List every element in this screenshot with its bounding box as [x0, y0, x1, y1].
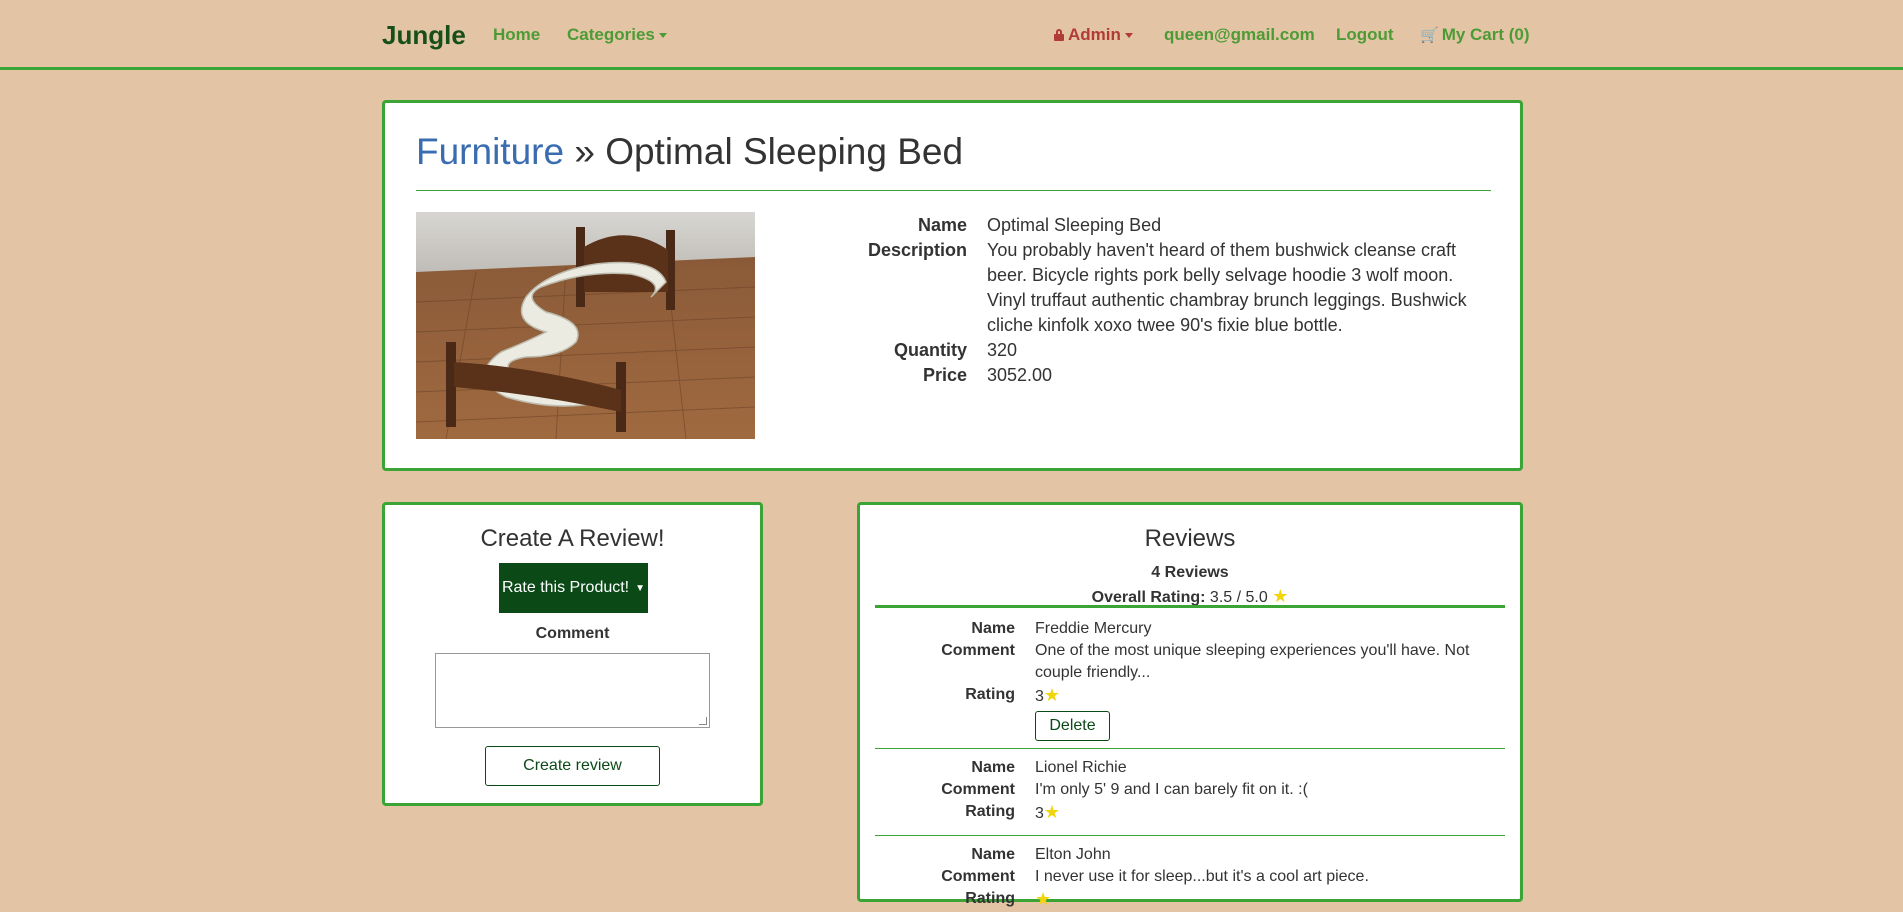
review-rating-value: 3: [1035, 688, 1044, 705]
nav-cart-link[interactable]: 🛒 My Cart (0): [1420, 25, 1530, 45]
review-label: Name: [971, 620, 1015, 637]
review-name: Lionel Richie: [1035, 759, 1127, 776]
comment-textarea[interactable]: [435, 653, 710, 728]
review-row-name: Name Elton John: [875, 844, 1505, 866]
detail-label: Quantity: [893, 340, 967, 360]
star-icon: ★: [1035, 889, 1052, 909]
detail-label: Name: [917, 215, 967, 235]
review-row-comment: Comment One of the most unique sleeping …: [875, 640, 1505, 684]
detail-row-name: Name Optimal Sleeping Bed: [815, 213, 1495, 238]
divider: [875, 748, 1505, 749]
navbar: Jungle Home Categories Admin queen@gmail…: [0, 0, 1903, 70]
overall-rating: Overall Rating: 3.5 / 5.0 ★: [860, 586, 1520, 607]
review-rating: 3★: [1035, 801, 1505, 825]
review-label: Rating: [965, 803, 1015, 820]
review-item: Name Freddie Mercury Comment One of the …: [875, 618, 1505, 741]
product-details: Name Optimal Sleeping Bed Description Yo…: [815, 213, 1495, 388]
detail-label: Price: [922, 365, 967, 385]
cart-icon: 🛒: [1420, 27, 1439, 44]
review-actions: Delete: [1035, 708, 1505, 741]
review-label: Comment: [941, 868, 1015, 885]
product-image: [416, 212, 755, 439]
rate-product-dropdown[interactable]: Rate this Product! ▼: [499, 563, 648, 613]
review-item: Name Lionel Richie Comment I'm only 5' 9…: [875, 757, 1505, 825]
caret-down-icon: [1124, 33, 1133, 39]
triangle-down-icon: ▼: [635, 582, 646, 594]
nav-logout-link[interactable]: Logout: [1336, 25, 1394, 45]
create-review-panel: Create A Review! Rate this Product! ▼ Co…: [382, 502, 763, 806]
breadcrumb-separator: »: [564, 131, 606, 172]
review-row-rating: Rating 3★: [875, 684, 1505, 708]
detail-value-description: You probably haven't heard of them bushw…: [987, 240, 1467, 335]
review-name: Elton John: [1035, 846, 1111, 863]
overall-rating-value: 3.5 / 5.0: [1209, 589, 1268, 606]
review-row-actions: Delete: [875, 708, 1505, 741]
nav-user-email[interactable]: queen@gmail.com: [1164, 25, 1315, 45]
nav-home-link[interactable]: Home: [493, 25, 540, 45]
review-item: Name Elton John Comment I never use it f…: [875, 844, 1505, 912]
review-rating-value: 3: [1035, 805, 1044, 822]
overall-rating-label: Overall Rating:: [1091, 589, 1206, 606]
review-row-comment: Comment I'm only 5' 9 and I can barely f…: [875, 779, 1505, 801]
review-row-name: Name Lionel Richie: [875, 757, 1505, 779]
nav-categories-dropdown[interactable]: Categories: [567, 25, 667, 45]
detail-label: Description: [867, 240, 967, 260]
reviews-count: 4 Reviews: [1151, 564, 1229, 581]
detail-row-description: Description You probably haven't heard o…: [815, 238, 1495, 338]
review-label: Comment: [941, 781, 1015, 798]
divider: [416, 190, 1491, 191]
page-title: Furniture » Optimal Sleeping Bed: [416, 131, 963, 173]
nav-categories-label: Categories: [567, 25, 655, 44]
star-icon: ★: [1272, 586, 1289, 606]
delete-review-button[interactable]: Delete: [1035, 711, 1110, 741]
caret-down-icon: [658, 33, 667, 39]
divider: [875, 605, 1505, 608]
resize-grip-icon[interactable]: [699, 717, 707, 725]
comment-label: Comment: [535, 625, 610, 642]
nav-cart-label: My Cart (0): [1441, 25, 1530, 44]
star-icon: ★: [1043, 685, 1061, 705]
detail-value-quantity: 320: [987, 340, 1018, 360]
breadcrumb-category-link[interactable]: Furniture: [416, 131, 564, 172]
review-label: Name: [971, 759, 1015, 776]
review-comment: One of the most unique sleeping experien…: [1035, 642, 1470, 681]
detail-value-name: Optimal Sleeping Bed: [987, 215, 1162, 235]
review-comment: I never use it for sleep...but it's a co…: [1035, 868, 1369, 885]
review-row-rating: Rating 3★: [875, 801, 1505, 825]
rate-product-label: Rate this Product!: [501, 579, 630, 596]
review-comment: I'm only 5' 9 and I can barely fit on it…: [1035, 781, 1308, 798]
create-review-title: Create A Review!: [480, 525, 665, 552]
review-label: Comment: [941, 642, 1015, 659]
review-rating: 3★: [1035, 684, 1505, 708]
divider: [875, 835, 1505, 836]
review-name: Freddie Mercury: [1035, 620, 1152, 637]
product-title: Optimal Sleeping Bed: [605, 131, 964, 172]
star-icon: ★: [1043, 802, 1061, 822]
create-review-button[interactable]: Create review: [485, 746, 660, 786]
review-row-comment: Comment I never use it for sleep...but i…: [875, 866, 1505, 888]
lock-icon: [1054, 29, 1064, 41]
product-panel: Furniture » Optimal Sleeping Bed Name Op…: [382, 100, 1523, 471]
nav-admin-dropdown[interactable]: Admin: [1054, 25, 1133, 45]
brand-logo[interactable]: Jungle: [382, 20, 466, 51]
detail-value-price: 3052.00: [987, 365, 1053, 385]
review-label: Name: [971, 846, 1015, 863]
reviews-panel: Reviews 4 Reviews Overall Rating: 3.5 / …: [857, 502, 1523, 909]
detail-row-quantity: Quantity 320: [815, 338, 1495, 363]
review-label: Rating: [965, 686, 1015, 703]
nav-admin-label: Admin: [1068, 25, 1121, 44]
reviews-title: Reviews: [1144, 525, 1236, 552]
review-row-name: Name Freddie Mercury: [875, 618, 1505, 640]
detail-row-price: Price 3052.00: [815, 363, 1495, 388]
